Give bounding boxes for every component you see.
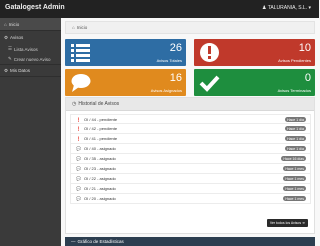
list-item[interactable]: 💬 OI / 23 - asignado Hace 1 mes [70,164,311,174]
comment-icon: 💬 [76,176,81,181]
user-icon: ♟ [261,5,267,11]
view-all-button[interactable]: Ver todos los Avisos ➜ [266,219,308,227]
alert-icon: ❗ [76,116,81,122]
brand-title[interactable]: Gatalogest Admin [5,4,65,11]
list-item[interactable]: 💬 OI / 40 - asignado Hace 1 día [70,144,311,154]
alert-icon: ❗ [76,126,81,131]
list-item-text: OI / 23 - asignado [83,166,116,171]
time-badge: Hace 1 día [285,146,306,151]
tile-label: Avisos Asignados [150,88,182,93]
list-item-text: OI / 21 - asignado [83,186,116,191]
sidebar-item-mis-datos[interactable]: ⚙ Mis Datos [0,64,61,77]
alert-icon: ❗ [76,136,81,141]
list-icon [71,44,90,62]
tile-number: 10 [298,42,311,54]
tile-avisos-pendientes[interactable]: 10 Avisos Pendientes [194,39,315,66]
sidebar-item-inicio[interactable]: ⌂ Inicio [0,18,61,31]
list-item-text: OI / 44 - pendiente [83,116,118,122]
comment-icon: 💬 [76,156,81,161]
comment-icon [71,74,91,92]
list-item[interactable]: 💬 OI / 20 - asignado Hace 1 mes [70,194,311,204]
tile-label: Avisos Terminados [277,88,311,93]
tile-label: Avisos Totales [156,58,182,63]
list-item[interactable]: 💬 OI / 22 - asignado Hace 1 mes [70,174,311,184]
tile-avisos-totales[interactable]: 26 Avisos Totales [65,39,186,66]
list-item-text: OI / 42 - pendiente [83,126,118,131]
gear-icon: ⚙ [4,67,9,73]
tile-number: 16 [169,72,182,84]
history-panel: ◷ Historial de Avisos ❗ OI / 44 - pendie… [65,97,315,234]
edit-icon: ✎ [8,56,12,61]
sidebar-item-label: Avisos [10,35,24,40]
list-item-text: OI / 41 - pendiente [83,136,118,141]
comment-icon: 💬 [76,146,81,151]
breadcrumb-label[interactable]: Inicio [77,25,88,30]
home-icon: ⌂ [72,25,75,30]
comment-icon: 💬 [76,196,81,201]
home-icon: ⌂ [4,21,7,27]
list-item[interactable]: 💬 OI / 35 - asignado Hace 16 días [70,154,311,164]
list-item[interactable]: ❗ OI / 44 - pendiente Hace 1 día [70,114,311,124]
sidebar-item-label: Lista Avisos [14,46,38,52]
sidebar-item-label: Inicio [8,21,20,27]
comment-icon: 💬 [76,166,81,171]
list-item-text: OI / 40 - asignado [83,146,116,151]
user-menu[interactable]: ♟ TALURANIA, S.L. ▾ [262,5,311,11]
sidebar-item-avisos[interactable]: ⚙ Avisos [0,31,61,44]
list-item-text: OI / 20 - asignado [83,196,116,201]
alert-icon [200,43,219,62]
time-badge: Hace 16 días [281,156,306,161]
time-badge: Hace 1 mes [283,166,306,171]
time-badge: Hace 1 día [285,117,306,122]
comment-icon: 💬 [76,186,81,191]
time-badge: Hace 1 mes [283,176,306,181]
top-navbar: Gatalogest Admin ♟ TALURANIA, S.L. ▾ [0,0,319,18]
time-badge: Hace 1 día [285,126,306,131]
gear-icon: ⚙ [4,34,9,40]
time-badge: Hace 1 día [285,136,306,141]
main-content: ⌂ Inicio 26 Avisos Totales 10 Avisos Pen… [61,18,319,246]
time-badge: Hace 1 mes [283,186,306,191]
list-icon: ☰ [8,46,13,51]
panel-title: Historial de Avisos [78,101,120,107]
sidebar: ⌂ Inicio ⚙ Avisos ☰ Lista Avisos ✎ Crear… [0,18,61,246]
sidebar-item-crear-aviso[interactable]: ✎ Crear nuevo Aviso [0,54,61,64]
history-list: ❗ OI / 44 - pendiente Hace 1 día ❗ OI / … [70,114,311,204]
chart-icon: — [71,239,76,244]
time-badge: Hace 1 mes [283,196,306,201]
list-item-text: OI / 22 - asignado [83,176,116,181]
clock-icon: ◷ [72,101,77,107]
sidebar-item-label: Mis Datos [10,68,31,73]
tile-number: 0 [304,72,311,84]
stats-panel-header[interactable]: — Gráfico de Estadísticas [65,237,315,246]
tile-avisos-asignados[interactable]: 16 Avisos Asignados [65,69,186,96]
stats-title: Gráfico de Estadísticas [77,239,124,244]
user-label: TALURANIA, S.L. ▾ [267,5,311,11]
list-item-text: OI / 35 - asignado [83,156,116,161]
list-item[interactable]: 💬 OI / 21 - asignado Hace 1 mes [70,184,311,194]
tile-avisos-terminados[interactable]: 0 Avisos Terminados [194,69,315,96]
tile-label: Avisos Pendientes [278,58,311,63]
breadcrumb: ⌂ Inicio [65,21,315,34]
tile-number: 26 [169,42,182,54]
panel-header: ◷ Historial de Avisos [66,98,314,111]
sidebar-item-lista-avisos[interactable]: ☰ Lista Avisos [0,44,61,54]
check-icon [199,75,220,92]
list-item[interactable]: ❗ OI / 41 - pendiente Hace 1 día [70,134,311,144]
sidebar-item-label: Crear nuevo Aviso [13,56,51,62]
list-item[interactable]: ❗ OI / 42 - pendiente Hace 1 día [70,124,311,134]
